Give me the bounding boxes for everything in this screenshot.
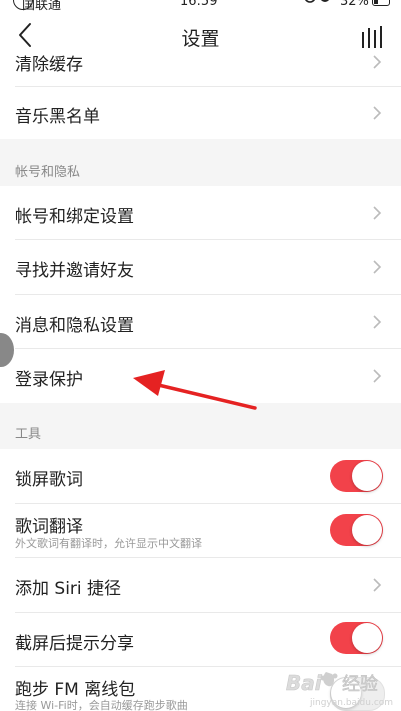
status-time: 16:59 — [180, 0, 218, 9]
row-label: 寻找并邀请好友 — [15, 261, 134, 281]
battery-percent: 32% — [340, 0, 369, 9]
chevron-right-icon — [373, 315, 382, 329]
row-label: 截屏后提示分享 — [15, 634, 134, 654]
alarm-lock-icon — [305, 0, 329, 3]
section-header-account-privacy: 帐号和隐私 — [0, 139, 401, 186]
battery-icon — [372, 0, 390, 6]
row-music-blacklist[interactable]: 音乐黑名单 — [0, 87, 401, 139]
row-label: 登录保护 — [15, 370, 83, 390]
row-lyrics-translation: 歌词翻译 外文歌词有翻译时，允许显示中文翻译 — [0, 504, 401, 557]
row-sublabel: 连接 Wi-Fi时，会自动缓存跑步歌曲 — [15, 699, 188, 711]
row-label: 锁屏歌词 — [15, 470, 83, 490]
row-lock-screen-lyrics: 锁屏歌词 — [0, 449, 401, 503]
row-sublabel: 外文歌词有翻译时，允许显示中文翻译 — [15, 537, 202, 550]
svg-text:经验: 经验 — [342, 674, 378, 695]
page-title: 设置 — [181, 28, 220, 50]
chevron-right-icon — [373, 260, 382, 274]
status-bar: 国联通 16:59 32% — [0, 0, 401, 14]
row-screenshot-share: 截屏后提示分享 — [0, 613, 401, 666]
carrier-name: 国联通 — [22, 0, 62, 13]
row-find-invite[interactable]: 寻找并邀请好友 — [0, 240, 401, 294]
chevron-right-icon — [373, 206, 382, 220]
row-account-binding[interactable]: 帐号和绑定设置 — [0, 186, 401, 239]
chevron-right-icon — [373, 578, 382, 592]
wifi-icon — [88, 0, 104, 6]
lyrics-translation-toggle[interactable] — [330, 514, 383, 546]
row-label: 帐号和绑定设置 — [15, 207, 134, 227]
settings-page: 国联通 16:59 32% 设置 清除缓存 — [0, 0, 401, 711]
row-label: 歌词翻译 — [15, 517, 83, 537]
section-header-tools: 工具 — [0, 403, 401, 449]
row-add-siri-shortcut[interactable]: 添加 Siri 捷径 — [0, 558, 401, 612]
screenshot-share-toggle[interactable] — [330, 622, 383, 654]
section-title: 帐号和隐私 — [15, 165, 81, 180]
chevron-right-icon — [373, 369, 382, 383]
bars-icon[interactable] — [360, 26, 386, 48]
svg-text:Bai: Bai — [286, 671, 323, 695]
row-label: 音乐黑名单 — [15, 107, 100, 127]
lock-lyrics-toggle[interactable] — [330, 460, 383, 492]
row-message-privacy[interactable]: 消息和隐私设置 — [0, 295, 401, 348]
row-label: 消息和隐私设置 — [15, 316, 134, 336]
navigation-bar-front: 设置 — [0, 14, 401, 62]
chevron-right-icon — [373, 106, 382, 120]
row-login-protection[interactable]: 登录保护 — [0, 349, 401, 403]
svg-text:jingyan.baidu.com: jingyan.baidu.com — [309, 698, 393, 708]
section-title: 工具 — [15, 427, 42, 442]
baidu-watermark-logo: Bai 经验 jingyan.baidu.com — [286, 671, 393, 708]
row-label: 添加 Siri 捷径 — [15, 579, 122, 599]
